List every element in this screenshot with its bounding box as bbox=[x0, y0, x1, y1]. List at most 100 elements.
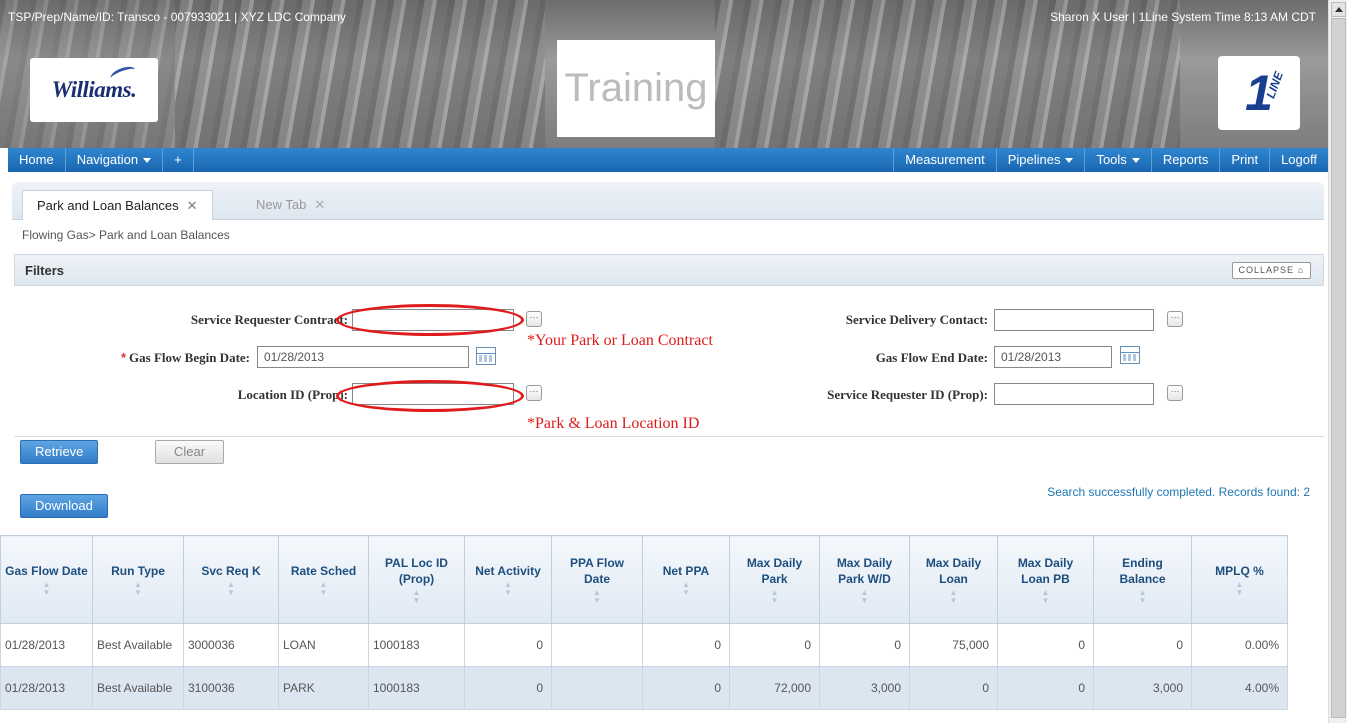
cell-rate-sched: PARK bbox=[278, 666, 369, 710]
cell-pal-loc-id: 1000183 bbox=[368, 666, 465, 710]
download-button[interactable]: Download bbox=[20, 494, 108, 518]
sort-icon: ▲ ▼ bbox=[42, 579, 51, 597]
collapse-button[interactable]: COLLAPSE ⌂ bbox=[1231, 262, 1311, 279]
lookup-icon[interactable]: ··· bbox=[526, 385, 542, 401]
cell-ending-balance: 3,000 bbox=[1093, 666, 1192, 710]
cell-max-daily-loan-pb: 0 bbox=[997, 623, 1094, 667]
top-info-bar: TSP/Prep/Name/ID: Transco - 007933021 | … bbox=[0, 0, 1328, 34]
main-nav-bar: Home Navigation + Measurement Pipelines … bbox=[8, 148, 1328, 172]
column-header-label: Max Daily Park bbox=[746, 555, 803, 586]
nav-measurement[interactable]: Measurement bbox=[894, 148, 997, 172]
collapse-label: COLLAPSE bbox=[1238, 265, 1295, 275]
header-banner: TSP/Prep/Name/ID: Transco - 007933021 | … bbox=[0, 0, 1328, 148]
service-delivery-contact-input[interactable] bbox=[994, 309, 1154, 331]
cell-max-daily-park-wd: 0 bbox=[819, 623, 910, 667]
tab-new-tab[interactable]: New Tab ✕ bbox=[242, 190, 339, 220]
nav-home[interactable]: Home bbox=[8, 148, 66, 172]
column-header-label: Max Daily Loan bbox=[925, 555, 982, 586]
cell-gas-flow-date: 01/28/2013 bbox=[0, 623, 93, 667]
close-icon[interactable]: ✕ bbox=[187, 191, 198, 221]
col-net-activity[interactable]: Net Activity ▲ ▼ bbox=[464, 535, 552, 624]
col-max-daily-park[interactable]: Max Daily Park ▲ ▼ bbox=[729, 535, 820, 624]
col-max-daily-loan-pb[interactable]: Max Daily Loan PB ▲ ▼ bbox=[997, 535, 1094, 624]
lookup-icon[interactable]: ··· bbox=[526, 311, 542, 327]
scroll-up-arrow-icon[interactable] bbox=[1331, 2, 1346, 17]
cell-max-daily-park-wd: 3,000 bbox=[819, 666, 910, 710]
contract-note: *Your Park or Loan Contract bbox=[527, 332, 713, 349]
col-mplq-pct[interactable]: MPLQ % ▲ ▼ bbox=[1191, 535, 1288, 624]
nav-navigation[interactable]: Navigation bbox=[66, 148, 164, 172]
column-header-label: Gas Flow Date bbox=[5, 563, 88, 578]
oneline-logo: 1 LINE bbox=[1218, 56, 1300, 130]
column-header-label: Svc Req K bbox=[201, 563, 261, 578]
gas-flow-end-date-label: Gas Flow End Date: bbox=[875, 350, 988, 365]
col-pal-loc-id[interactable]: PAL Loc ID (Prop) ▲ ▼ bbox=[368, 535, 465, 624]
cell-max-daily-loan: 0 bbox=[909, 666, 998, 710]
tsp-info: TSP/Prep/Name/ID: Transco - 007933021 | … bbox=[8, 10, 346, 24]
table-row[interactable]: 01/28/2013 Best Available 3000036 LOAN 1… bbox=[0, 623, 1288, 667]
service-requester-id-label: Service Requester ID (Prop): bbox=[827, 387, 988, 402]
col-max-daily-loan[interactable]: Max Daily Loan ▲ ▼ bbox=[909, 535, 998, 624]
nav-reports[interactable]: Reports bbox=[1152, 148, 1221, 172]
column-header-label: PPA Flow Date bbox=[570, 555, 624, 586]
col-gas-flow-date[interactable]: Gas Flow Date ▲ ▼ bbox=[0, 535, 93, 624]
nav-logoff[interactable]: Logoff bbox=[1270, 148, 1328, 172]
scrollbar-thumb[interactable] bbox=[1331, 18, 1346, 718]
location-highlight-ellipse bbox=[336, 380, 524, 412]
sort-icon: ▲ ▼ bbox=[1041, 587, 1050, 605]
col-svc-req-k[interactable]: Svc Req K ▲ ▼ bbox=[183, 535, 279, 624]
sort-icon: ▲ ▼ bbox=[770, 587, 779, 605]
gas-flow-begin-date-text: Gas Flow Begin Date: bbox=[129, 350, 250, 365]
col-rate-sched[interactable]: Rate Sched ▲ ▼ bbox=[278, 535, 369, 624]
sort-icon: ▲ ▼ bbox=[1138, 587, 1147, 605]
cell-pal-loc-id: 1000183 bbox=[368, 623, 465, 667]
cell-max-daily-loan: 75,000 bbox=[909, 623, 998, 667]
column-header-label: Rate Sched bbox=[290, 563, 357, 578]
lookup-icon[interactable]: ··· bbox=[1167, 311, 1183, 327]
sort-icon: ▲ ▼ bbox=[412, 587, 421, 605]
tab-park-and-loan-balances[interactable]: Park and Loan Balances ✕ bbox=[22, 190, 213, 220]
nav-tools-label: Tools bbox=[1096, 152, 1127, 167]
cell-net-activity: 0 bbox=[464, 623, 552, 667]
sort-icon: ▲ ▼ bbox=[504, 579, 512, 597]
tab-bar: Park and Loan Balances ✕ New Tab ✕ bbox=[12, 182, 1324, 220]
column-header-label: Run Type bbox=[111, 563, 165, 578]
table-row[interactable]: 01/28/2013 Best Available 3100036 PARK 1… bbox=[0, 666, 1288, 710]
required-mark: * bbox=[120, 350, 127, 365]
service-requester-contract-label: Service Requester Contract: bbox=[190, 312, 348, 327]
nav-print[interactable]: Print bbox=[1220, 148, 1271, 172]
nav-navigation-label: Navigation bbox=[76, 152, 139, 167]
gas-flow-end-date-input[interactable] bbox=[994, 346, 1112, 368]
col-ppa-flow-date[interactable]: PPA Flow Date ▲ ▼ bbox=[551, 535, 643, 624]
column-header-label: Max Daily Loan PB bbox=[1017, 555, 1074, 586]
cell-net-ppa: 0 bbox=[642, 623, 730, 667]
clear-button[interactable]: Clear bbox=[155, 440, 225, 464]
sort-icon: ▲ ▼ bbox=[319, 579, 328, 597]
cell-max-daily-park: 72,000 bbox=[729, 666, 820, 710]
col-net-ppa[interactable]: Net PPA ▲ ▼ bbox=[642, 535, 730, 624]
col-max-daily-park-wd[interactable]: Max Daily Park W/D ▲ ▼ bbox=[819, 535, 910, 624]
column-header-label: Net Activity bbox=[475, 563, 541, 578]
service-requester-id-input[interactable] bbox=[994, 383, 1154, 405]
retrieve-button[interactable]: Retrieve bbox=[20, 440, 99, 464]
nav-tools[interactable]: Tools bbox=[1085, 148, 1152, 172]
cell-net-activity: 0 bbox=[464, 666, 552, 710]
location-note: *Park & Loan Location ID bbox=[527, 415, 700, 432]
training-label-box: Training bbox=[557, 40, 715, 137]
sort-icon: ▲ ▼ bbox=[1235, 579, 1244, 597]
col-ending-balance[interactable]: Ending Balance ▲ ▼ bbox=[1093, 535, 1192, 624]
calendar-icon[interactable] bbox=[476, 347, 496, 365]
close-icon[interactable]: ✕ bbox=[314, 190, 325, 220]
calendar-icon[interactable] bbox=[1120, 346, 1140, 364]
vertical-scrollbar[interactable] bbox=[1328, 0, 1347, 723]
lookup-icon[interactable]: ··· bbox=[1167, 385, 1183, 401]
status-message: Search successfully completed. Records f… bbox=[1047, 485, 1310, 499]
gas-flow-begin-date-input[interactable] bbox=[257, 346, 469, 368]
service-delivery-contact-label: Service Delivery Contact: bbox=[845, 312, 988, 327]
cell-svc-req-k: 3000036 bbox=[183, 623, 279, 667]
nav-pipelines[interactable]: Pipelines bbox=[997, 148, 1086, 172]
sort-icon: ▲ ▼ bbox=[860, 587, 869, 605]
col-run-type[interactable]: Run Type ▲ ▼ bbox=[92, 535, 184, 624]
tab-label: Park and Loan Balances bbox=[37, 198, 179, 213]
nav-add-tab[interactable]: + bbox=[163, 148, 194, 172]
